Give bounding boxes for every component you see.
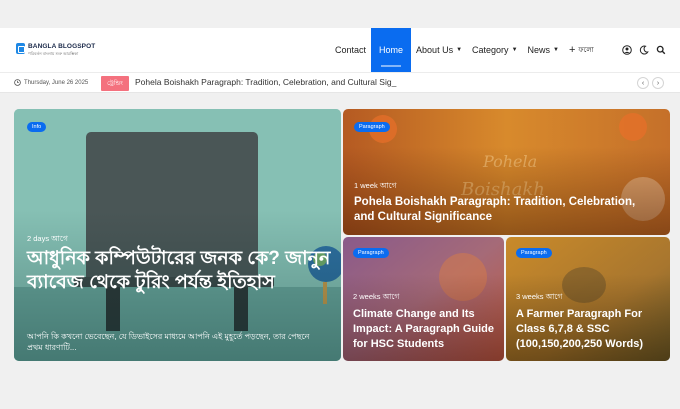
featured-post-main[interactable]: Info 2 days আগে আধুনিক কম্পিউটারের জনক ক…: [14, 109, 341, 361]
category-badge[interactable]: Paragraph: [354, 122, 390, 132]
ticker-controls: ‹ ›: [637, 77, 664, 89]
post-time: 2 days আগে: [27, 234, 68, 243]
logo-tagline: পরিবর্তন বাংলায় শুরু আরম্ভিকা: [28, 51, 79, 56]
chevron-down-icon: ▼: [456, 47, 463, 53]
current-date: Thursday, June 26 2025: [14, 79, 88, 86]
site-header: BANGLA BLOGSPOT পরিবর্তন বাংলায় শুরু আর…: [0, 28, 680, 72]
chevron-left-icon[interactable]: ‹: [637, 77, 649, 89]
post-time: 3 weeks আগে: [516, 292, 563, 301]
ticker-headline[interactable]: Pohela Boishakh Paragraph: Tradition, Ce…: [135, 77, 396, 87]
nav-news[interactable]: News ▼: [523, 28, 564, 72]
chevron-right-icon[interactable]: ›: [652, 77, 664, 89]
chevron-down-icon: ▼: [511, 47, 518, 53]
nav-follow[interactable]: + ফলো: [564, 28, 599, 72]
featured-post-bottom-left[interactable]: Paragraph 2 weeks আগে Climate Change and…: [343, 237, 504, 361]
breaking-ticker: Thursday, June 26 2025 ট্রেন্ডিং Pohela …: [0, 72, 680, 93]
user-icon[interactable]: [622, 45, 632, 55]
category-badge[interactable]: Paragraph: [353, 248, 389, 258]
main-nav: Contact Home About Us ▼ Category ▼ News ▼ +…: [330, 28, 599, 72]
trending-badge: ট্রেন্ডিং: [101, 76, 129, 91]
moon-icon[interactable]: [639, 45, 649, 55]
category-badge[interactable]: Paragraph: [516, 248, 552, 258]
search-icon[interactable]: [656, 45, 666, 55]
post-excerpt: আপনি কি কখনো ভেবেছেন, যে ডিভাইসের মাধ্যম…: [27, 332, 310, 352]
post-title[interactable]: A Farmer Paragraph For Class 6,7,8 & SSC…: [516, 307, 666, 352]
chevron-down-icon: ▼: [553, 47, 559, 53]
post-title[interactable]: Pohela Boishakh Paragraph: Tradition, Ce…: [354, 195, 654, 225]
featured-post-bottom-right[interactable]: Paragraph 3 weeks আগে A Farmer Paragraph…: [506, 237, 670, 361]
nav-home[interactable]: Home: [371, 28, 412, 72]
post-title[interactable]: Climate Change and Its Impact: A Paragra…: [353, 307, 501, 352]
header-icons: [622, 28, 666, 72]
featured-post-top-right[interactable]: Pohela Boishakh Paragraph 1 week আগে Poh…: [343, 109, 670, 235]
blogger-icon: [16, 43, 25, 54]
post-time: 1 week আগে: [354, 181, 397, 190]
site-logo[interactable]: BANGLA BLOGSPOT পরিবর্তন বাংলায় শুরু আর…: [16, 43, 95, 56]
nav-about-us[interactable]: About Us ▼: [411, 28, 467, 72]
post-title[interactable]: আধুনিক কম্পিউটারের জনক কে? জানুন ব্যাবেজ…: [27, 247, 332, 295]
nav-contact[interactable]: Contact: [330, 28, 371, 72]
clock-icon: [14, 79, 21, 86]
logo-title: BANGLA BLOGSPOT: [28, 43, 96, 50]
plus-icon: +: [568, 43, 576, 56]
category-badge[interactable]: Info: [27, 122, 47, 132]
nav-category[interactable]: Category ▼: [467, 28, 522, 72]
post-time: 2 weeks আগে: [353, 292, 400, 301]
